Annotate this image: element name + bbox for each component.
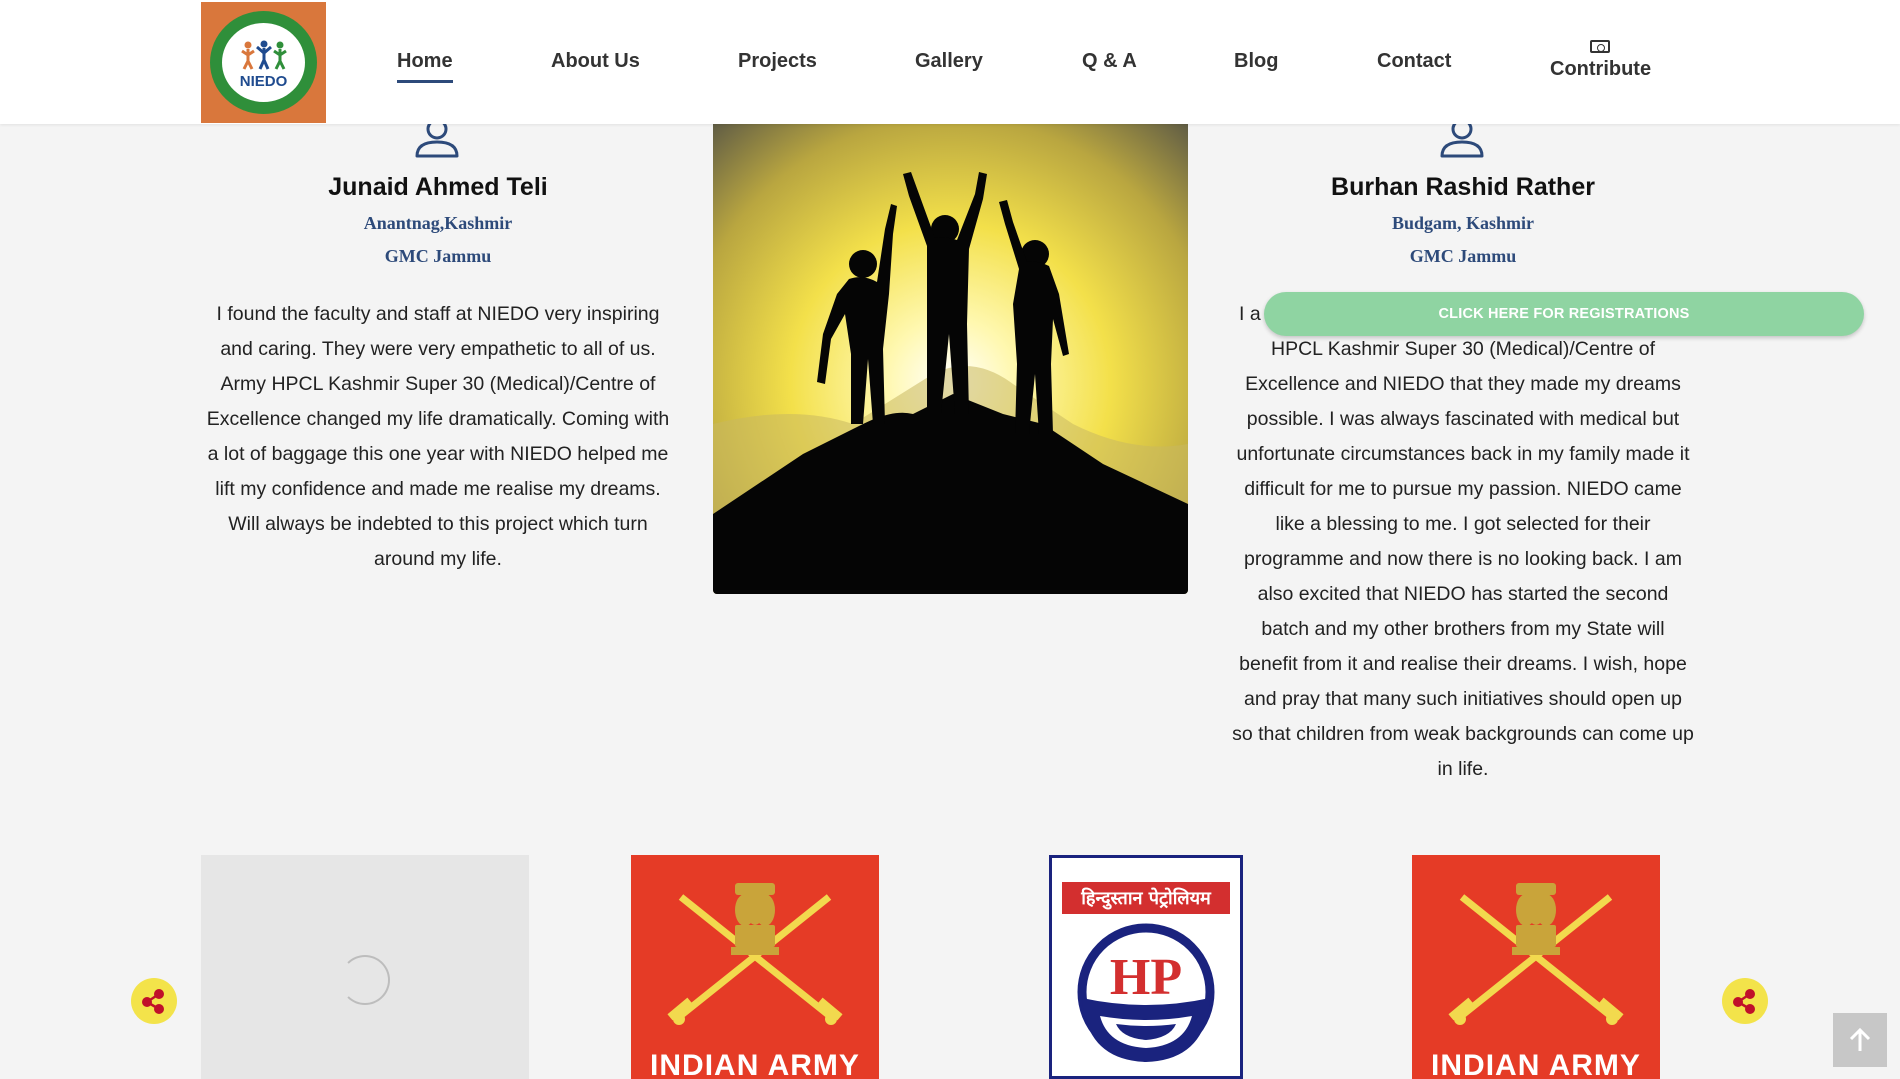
partner-logo-loading [201,855,529,1079]
nav-about-us[interactable]: About Us [551,50,640,73]
testimonial-line: batch and my other brothers from my Stat… [1261,618,1665,640]
nav-contact[interactable]: Contact [1377,50,1451,73]
carousel-prev-button[interactable] [131,978,177,1024]
person-icon [415,118,459,158]
testimonial-line: unfortunate circumstances back in my fam… [1236,443,1690,465]
nav-gallery[interactable]: Gallery [915,50,983,73]
people-icon [241,40,287,70]
success-silhouette-image [713,124,1188,594]
testimonial-name: Junaid Ahmed Teli [328,173,548,201]
share-icon [142,989,164,1014]
testimonial-line: possible. I was always fascinated with m… [1246,408,1680,430]
share-icon [1733,989,1755,1014]
silhouette-illustration [713,124,1188,594]
logo-text: NIEDO [239,73,288,90]
contribute-label: Contribute [1550,58,1652,80]
registration-button[interactable]: CLICK HERE FOR REGISTRATIONS [1264,292,1864,336]
testimonial-place: Anantnag,Kashmir [363,213,513,233]
testimonial-line: also excited that NIEDO has started the … [1257,583,1669,605]
partner-logo-indian-army[interactable]: INDIAN ARMY [1412,855,1660,1079]
testimonial-line: programme and now there is no looking ba… [1244,548,1682,570]
testimonial-place: Budgam, Kashmir [1391,213,1535,233]
testimonial-college: GMC Jammu [384,246,492,266]
testimonial-text: I found the faculty and staff at NIEDO v… [196,297,680,577]
testimonial-line: HPCL Kashmir Super 30 (Medical)/Centre o… [1270,338,1655,360]
testimonial-line: in life. [1437,758,1489,780]
money-icon [1590,40,1610,53]
partner-logo-indian-army[interactable]: INDIAN ARMY [631,855,879,1079]
testimonial-line: lift my confidence and made me realise m… [215,478,661,500]
testimonial-line: Excellence and NIEDO that they made my d… [1245,373,1681,395]
logo-ring: NIEDO [210,11,317,114]
testimonial-college: GMC Jammu [1409,246,1517,266]
testimonial-line: like a blessing to me. I got selected fo… [1275,513,1651,535]
testimonial-line: difficult for me to pursue my passion. N… [1244,478,1682,500]
nav-home[interactable]: Home [397,50,453,73]
army-emblem-icon [1448,883,1624,1025]
niedo-logo[interactable]: NIEDO [201,2,326,123]
carousel-next-button[interactable] [1722,978,1768,1024]
army-label: INDIAN ARMY [1431,1049,1641,1079]
nav-contribute[interactable]: Contribute [1550,40,1652,81]
testimonial-line: I found the faculty and staff at NIEDO v… [216,303,660,325]
hp-hindi-banner: हिन्दुस्तान पेट्रोलियम [1062,882,1230,914]
testimonial-line: and pray that many such initiatives shou… [1244,688,1682,710]
person-icon [1440,118,1484,158]
testimonial-line: benefit from it and realise their dreams… [1239,653,1687,675]
partner-logo-hpcl[interactable]: हिन्दुस्तान पेट्रोलियम HP [1049,855,1243,1079]
nav-q-and-a[interactable]: Q & A [1082,50,1137,73]
arrow-up-icon [1849,1027,1871,1051]
site-header: NIEDO Home About Us Projects Gallery Q &… [0,0,1900,124]
logo-core: NIEDO [222,23,305,102]
nav-projects[interactable]: Projects [738,50,817,73]
testimonial-line: around my life. [374,548,502,570]
army-emblem-icon [667,883,843,1025]
testimonial-line: and caring. They were very empathetic to… [220,338,656,360]
army-label: INDIAN ARMY [650,1049,860,1079]
testimonial-line: Army HPCL Kashmir Super 30 (Medical)/Cen… [220,373,656,395]
testimonial-line: a lot of baggage this one year with NIED… [207,443,669,465]
active-nav-underline [397,80,453,83]
testimonial-name: Burhan Rashid Rather [1331,173,1595,201]
testimonial-line: so that children from weak backgrounds c… [1232,723,1694,745]
loading-spinner-icon [340,955,390,1005]
testimonial-line: Excellence changed my life dramatically.… [206,408,670,430]
hp-mark: HP [1110,949,1182,1006]
nav-blog[interactable]: Blog [1234,50,1278,73]
back-to-top-button[interactable] [1833,1013,1887,1067]
testimonial-text: I a HPCL Kashmir Super 30 (Medical)/Cent… [1221,297,1705,787]
hp-logo-icon: HP [1077,923,1215,1062]
testimonial-line: Will always be indebted to this project … [228,513,648,535]
